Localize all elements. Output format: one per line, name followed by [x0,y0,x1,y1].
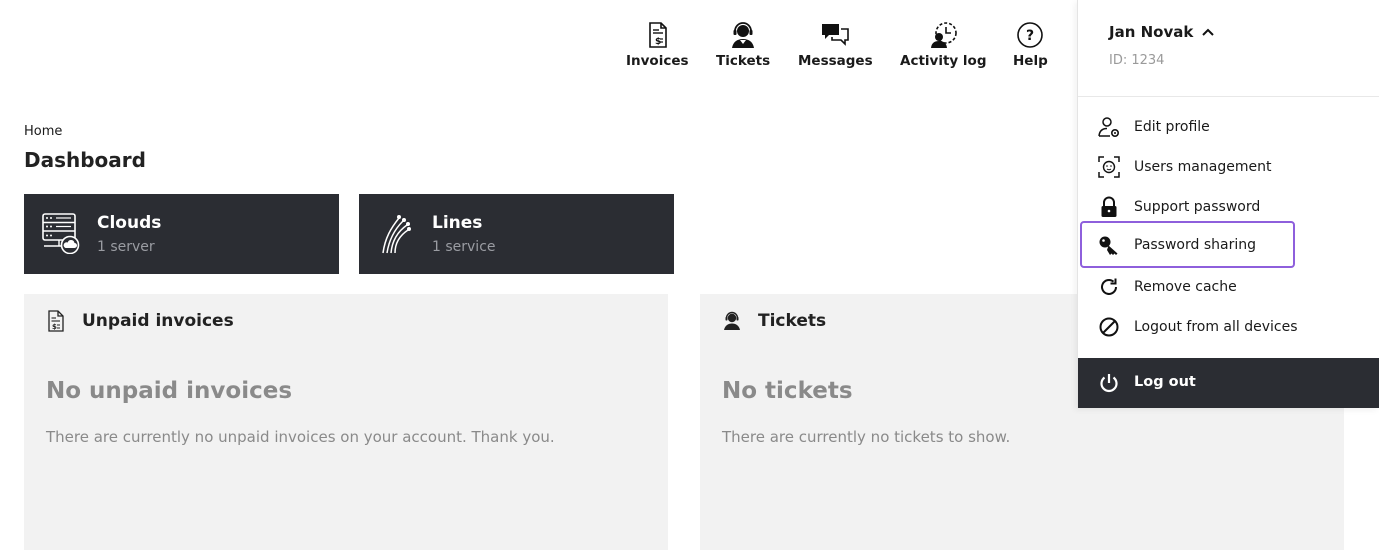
invoice-icon: $ [48,310,64,332]
service-count: 1 service [432,239,496,255]
nav-messages-label: Messages [798,53,873,69]
empty-state-text: There are currently no tickets to show. [722,428,1011,446]
menu-item-edit-profile[interactable]: Edit profile [1098,112,1360,142]
service-count: 1 server [97,239,155,255]
lock-icon [1101,196,1117,217]
nav-tickets-label: Tickets [716,53,771,69]
invoice-icon: $ [649,22,668,48]
chat-bubbles-icon [822,24,850,46]
svg-text:?: ? [1026,28,1034,44]
empty-state-title: No tickets [722,378,853,404]
face-scan-icon [1098,156,1120,178]
panel-title: Unpaid invoices [82,311,234,331]
nav-invoices-label: Invoices [626,53,689,69]
user-dropdown-menu: Jan Novak ID: 1234 Edit profile Users ma… [1077,0,1379,408]
service-name: Clouds [97,213,162,233]
service-card-lines[interactable]: Lines 1 service [359,194,674,274]
menu-item-label: Users management [1134,159,1272,175]
power-icon [1100,374,1118,393]
divider [1078,96,1379,97]
user-id: ID: 1234 [1109,53,1165,68]
server-cloud-icon [42,213,80,254]
empty-state-title: No unpaid invoices [46,378,293,404]
menu-item-label: Support password [1134,199,1261,215]
user-menu-toggle[interactable]: Jan Novak [1109,23,1215,41]
nav-invoices[interactable]: $ Invoices [626,20,689,69]
support-agent-icon [732,22,755,48]
nav-activity-log-label: Activity log [900,53,987,69]
user-settings-icon [1098,117,1120,138]
menu-item-label: Password sharing [1134,236,1256,253]
key-icon [1099,236,1118,255]
menu-item-users-management[interactable]: Users management [1098,152,1360,182]
block-icon [1099,317,1119,337]
nav-help-label: Help [1013,53,1048,69]
menu-item-logout-all-devices[interactable]: Logout from all devices [1098,312,1360,342]
unpaid-invoices-panel: $ Unpaid invoices No unpaid invoices The… [24,294,668,550]
fiber-lines-icon [382,215,411,254]
help-icon: ? [1017,22,1044,48]
nav-help[interactable]: ? Help [1013,20,1048,69]
logout-label: Log out [1134,374,1196,390]
support-agent-icon [724,311,740,330]
user-name: Jan Novak [1109,23,1194,41]
breadcrumb-home[interactable]: Home [24,124,62,139]
menu-item-support-password[interactable]: Support password [1098,192,1360,222]
menu-item-label: Edit profile [1134,119,1210,135]
menu-item-label: Logout from all devices [1134,319,1298,335]
logout-button[interactable]: Log out [1078,358,1379,408]
nav-tickets[interactable]: Tickets [716,20,770,69]
page-title: Dashboard [24,148,146,172]
service-card-clouds[interactable]: Clouds 1 server [24,194,339,274]
menu-item-remove-cache[interactable]: Remove cache [1098,272,1360,302]
service-name: Lines [432,213,483,233]
panel-title: Tickets [758,311,827,331]
empty-state-text: There are currently no unpaid invoices o… [46,428,555,446]
nav-messages[interactable]: Messages [798,20,873,69]
nav-activity-log[interactable]: Activity log [900,20,986,69]
activity-log-icon [931,22,958,48]
chevron-up-icon [1202,28,1215,36]
menu-item-label: Remove cache [1134,279,1237,295]
refresh-icon [1101,278,1117,295]
svg-text:$: $ [52,323,57,331]
menu-item-password-sharing[interactable]: Password sharing [1080,221,1295,268]
